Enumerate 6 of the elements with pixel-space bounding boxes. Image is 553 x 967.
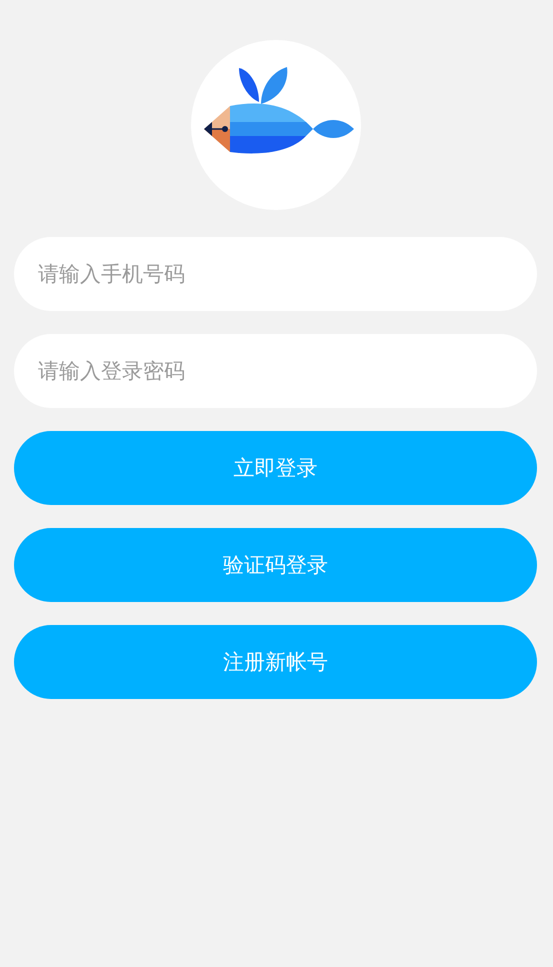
register-button[interactable]: 注册新帐号 [14,625,537,699]
fish-pencil-icon [204,67,354,154]
phone-field[interactable]: 请输入手机号码 [14,237,537,311]
code-login-button[interactable]: 验证码登录 [14,528,537,602]
login-button[interactable]: 立即登录 [14,431,537,505]
password-field[interactable]: 请输入登录密码 [14,334,537,408]
